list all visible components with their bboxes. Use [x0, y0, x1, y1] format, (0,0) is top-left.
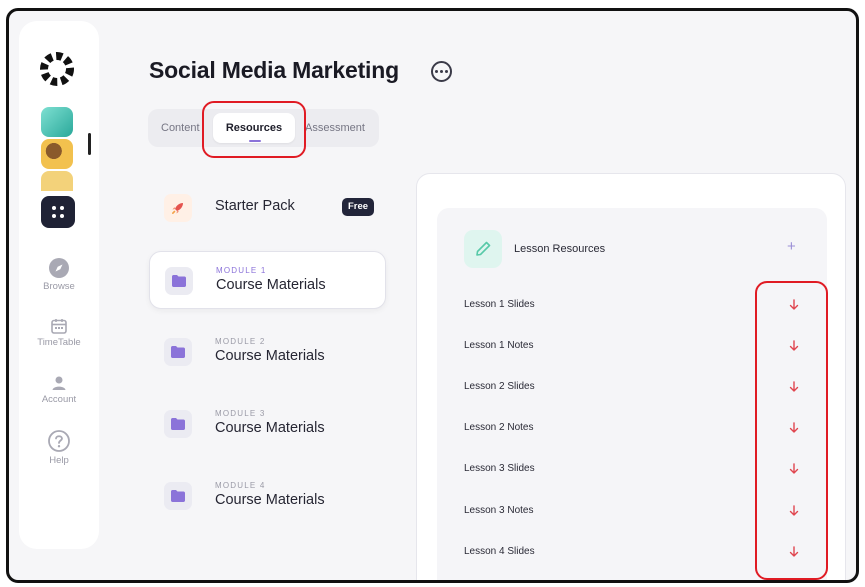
resource-label: Lesson 3 Notes — [464, 505, 534, 516]
folder-icon — [164, 410, 192, 438]
module-label: MODULE 4 — [215, 481, 266, 490]
dot-icon — [440, 70, 443, 73]
active-indicator — [88, 133, 91, 155]
nav-label: Account — [41, 394, 77, 405]
nav-account[interactable]: Account — [19, 374, 99, 405]
folder-icon — [165, 267, 193, 295]
nav-browse[interactable]: Browse — [19, 257, 99, 292]
highlight-box — [202, 101, 306, 158]
module-label: MODULE 2 — [215, 337, 266, 346]
resources-title: Lesson Resources — [514, 243, 606, 255]
module-label: MODULE 1 — [216, 266, 267, 275]
module-name: Course Materials — [216, 277, 326, 293]
help-icon — [48, 430, 70, 452]
module-label: MODULE 3 — [215, 409, 266, 418]
module-card[interactable]: MODULE 4 Course Materials — [149, 467, 386, 525]
resource-label: Lesson 2 Notes — [464, 422, 534, 433]
avatar[interactable] — [41, 139, 73, 169]
free-badge: Free — [342, 198, 375, 216]
folder-icon — [164, 482, 192, 510]
nav-help[interactable]: Help — [19, 429, 99, 466]
dot-icon — [445, 70, 448, 73]
resource-label: Lesson 2 Slides — [464, 381, 535, 392]
resource-label: Lesson 3 Slides — [464, 463, 535, 474]
module-card[interactable]: MODULE 2 Course Materials — [149, 323, 386, 381]
user-icon — [52, 376, 66, 390]
avatar[interactable] — [41, 171, 73, 191]
calendar-icon — [51, 319, 67, 334]
apps-button[interactable] — [41, 196, 75, 228]
module-card[interactable]: MODULE 3 Course Materials — [149, 395, 386, 453]
more-options-button[interactable] — [431, 61, 452, 82]
module-name: Course Materials — [215, 492, 325, 508]
resource-label: Lesson 4 Slides — [464, 546, 535, 557]
tab-assessment[interactable]: Assessment — [305, 109, 365, 147]
nav-label: Help — [49, 455, 69, 466]
app-logo[interactable] — [37, 49, 77, 89]
grid-icon — [52, 206, 64, 218]
starter-pack-card[interactable]: Starter Pack Free — [149, 179, 386, 237]
nav-label: TimeTable — [37, 337, 81, 348]
nav-timetable[interactable]: TimeTable — [19, 317, 99, 348]
app-window: Browse TimeTable Account Help Social Med… — [6, 8, 859, 583]
pencil-icon — [464, 230, 502, 268]
folder-icon — [164, 338, 192, 366]
module-card[interactable]: MODULE 1 Course Materials — [149, 251, 386, 309]
dot-icon — [435, 70, 438, 73]
highlight-box — [755, 281, 828, 580]
avatar[interactable] — [41, 107, 73, 137]
add-resource-button[interactable]: + — [787, 238, 796, 255]
module-name: Starter Pack — [215, 198, 295, 214]
nav-label: Browse — [43, 281, 75, 292]
resource-label: Lesson 1 Slides — [464, 299, 535, 310]
module-name: Course Materials — [215, 348, 325, 364]
sidebar: Browse TimeTable Account Help — [19, 21, 99, 549]
compass-icon — [49, 258, 69, 278]
resource-label: Lesson 1 Notes — [464, 340, 534, 351]
tab-content[interactable]: Content — [161, 109, 200, 147]
page-title: Social Media Marketing — [149, 57, 399, 83]
rocket-icon — [164, 194, 192, 222]
module-name: Course Materials — [215, 420, 325, 436]
